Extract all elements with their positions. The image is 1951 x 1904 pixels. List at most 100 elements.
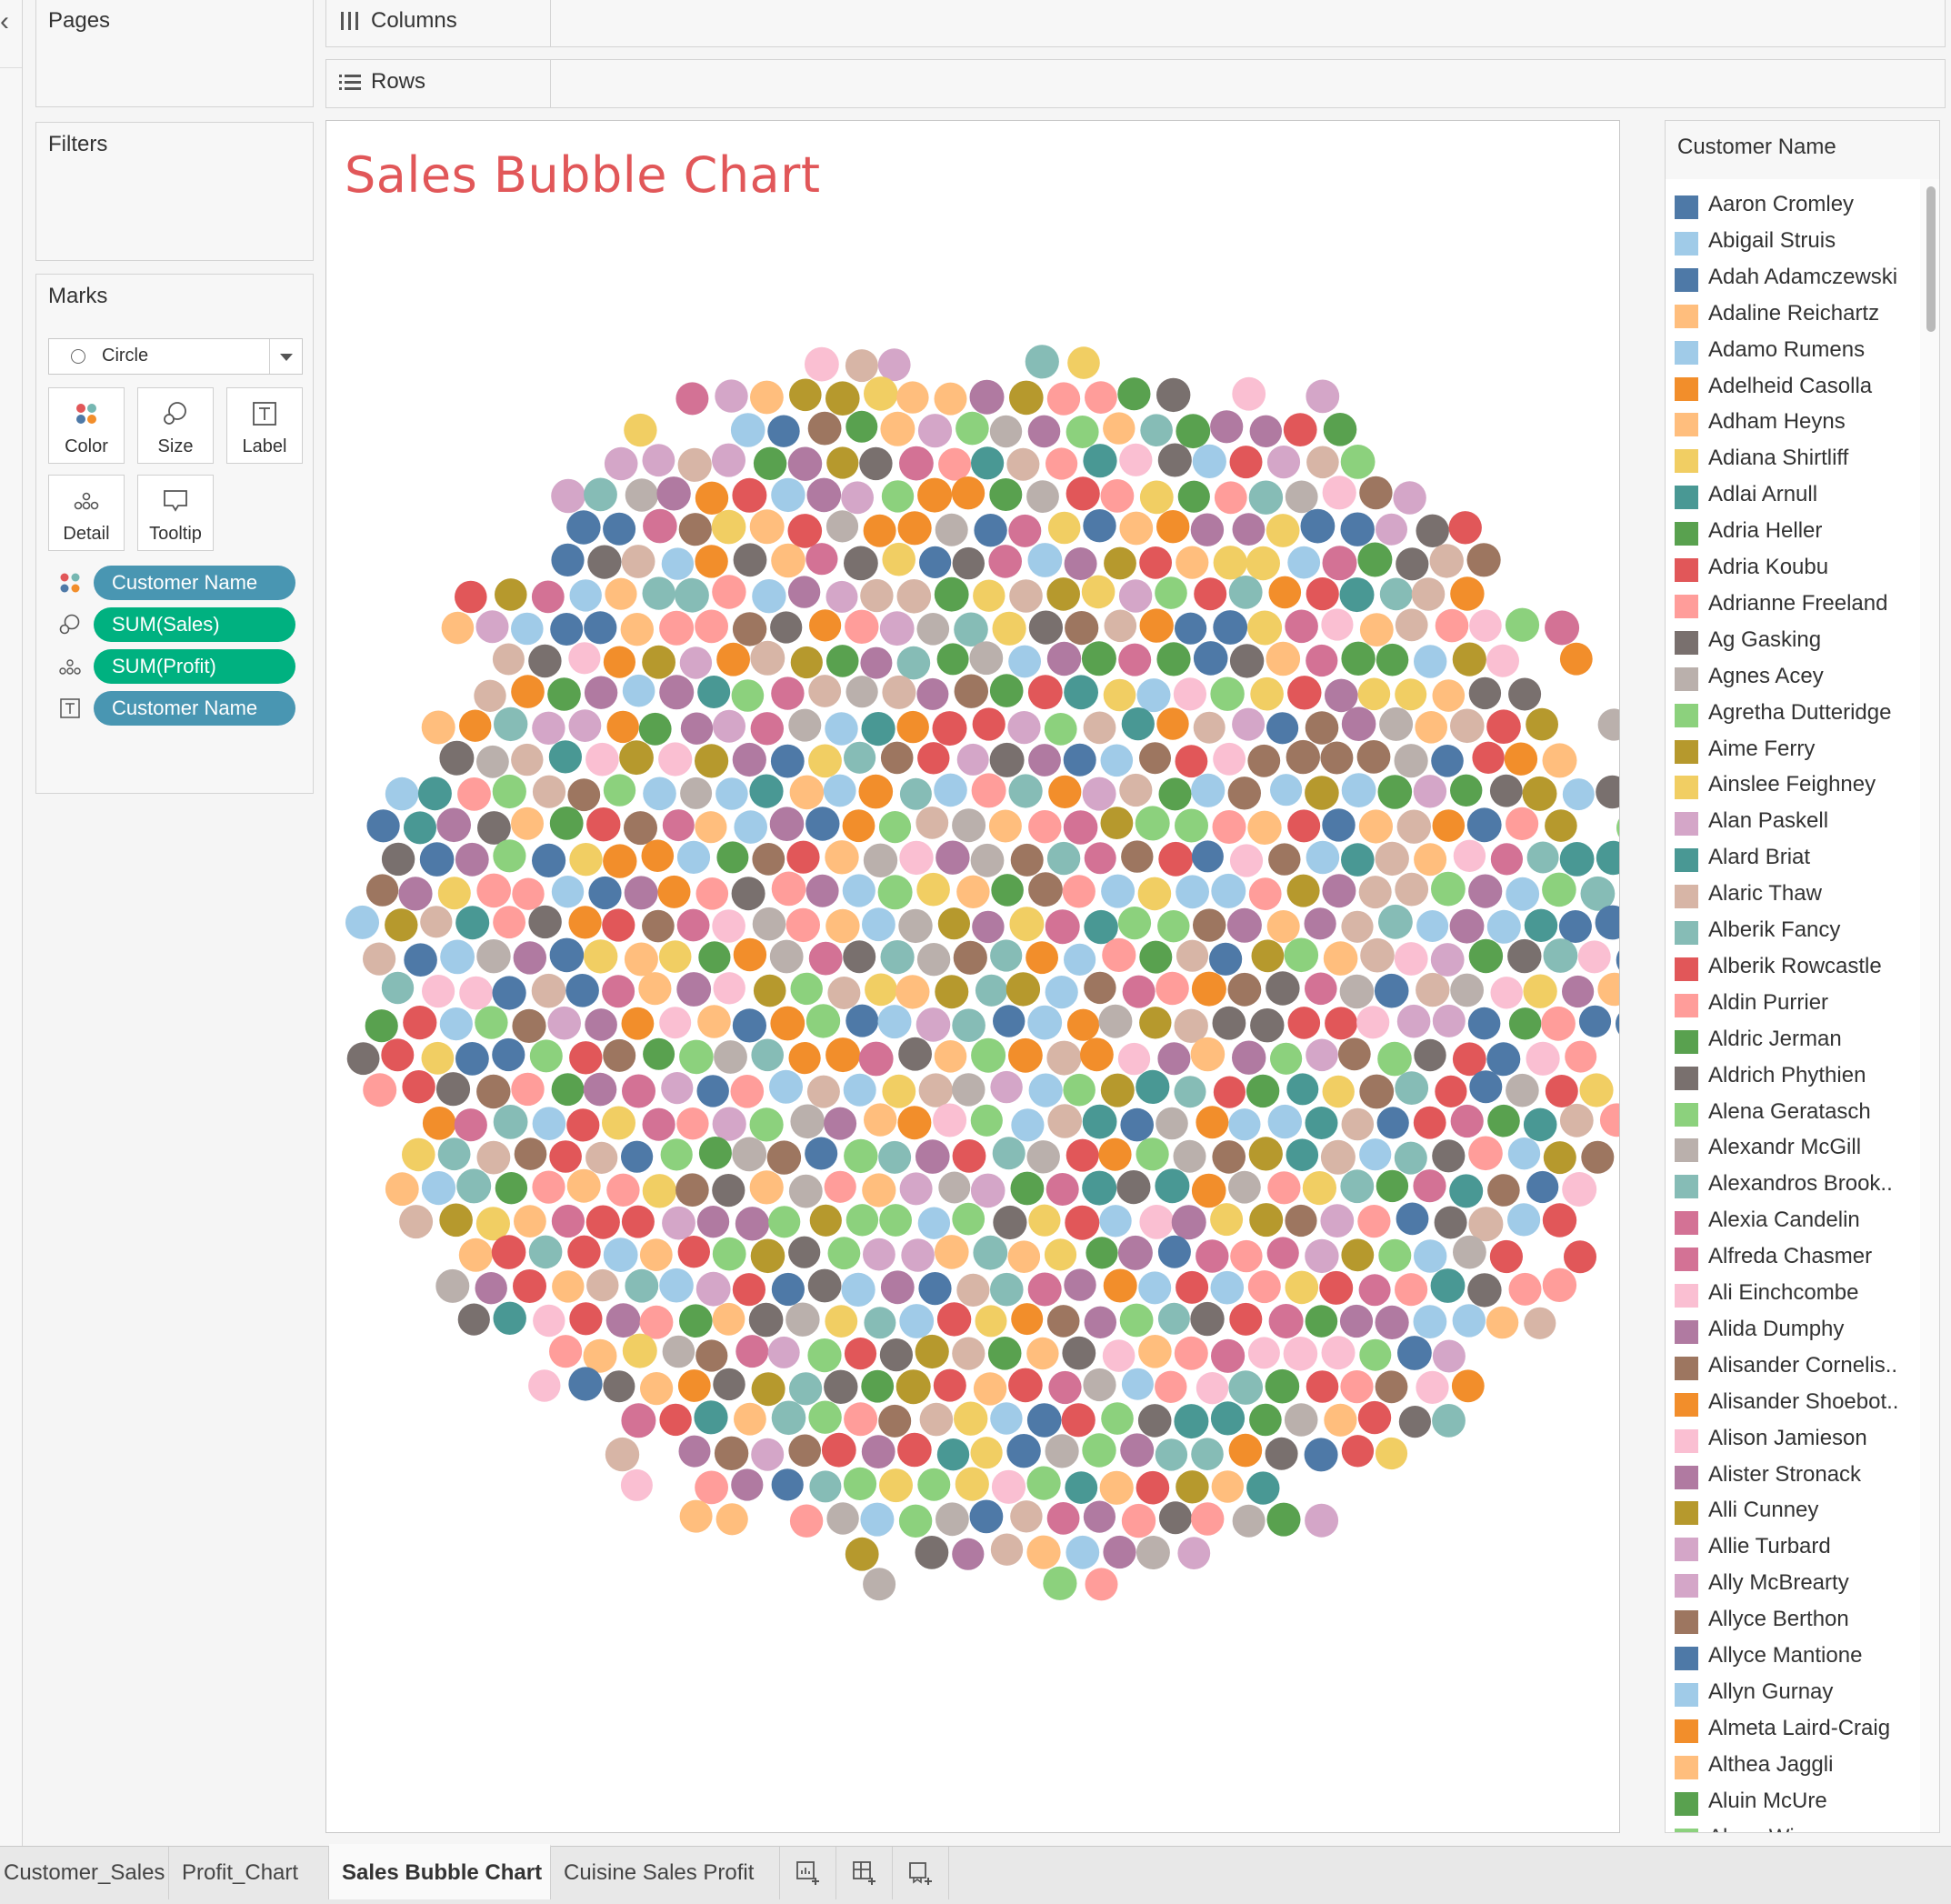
bubble-mark[interactable] <box>551 1073 585 1107</box>
bubble-mark[interactable] <box>936 643 969 676</box>
bubble-mark[interactable] <box>642 444 675 477</box>
bubble-mark[interactable] <box>1062 1336 1096 1370</box>
bubble-mark[interactable] <box>898 1037 932 1071</box>
bubble-mark[interactable] <box>1504 742 1538 776</box>
bubble-mark[interactable] <box>1376 1169 1409 1203</box>
bubble-mark[interactable] <box>845 1004 879 1037</box>
bubble-mark[interactable] <box>1117 377 1151 411</box>
bubble-mark[interactable] <box>843 1073 876 1107</box>
bubble-mark[interactable] <box>1099 1470 1134 1505</box>
bubble-mark[interactable] <box>1322 808 1356 842</box>
bubble-mark[interactable] <box>1286 739 1321 775</box>
bubble-mark[interactable] <box>1325 1007 1358 1040</box>
bubble-mark[interactable] <box>824 1107 857 1140</box>
bubble-mark[interactable] <box>1098 1004 1133 1038</box>
bubble-mark[interactable] <box>1067 346 1100 379</box>
bubble-mark[interactable] <box>679 1039 714 1075</box>
bubble-mark[interactable] <box>1045 976 1078 1009</box>
bubble-mark[interactable] <box>771 543 805 578</box>
bubble-mark[interactable] <box>1541 1006 1576 1041</box>
bubble-mark[interactable] <box>1046 841 1081 876</box>
bubble-mark[interactable] <box>916 677 949 710</box>
bubble-mark[interactable] <box>1228 1370 1263 1405</box>
bubble-mark[interactable] <box>1558 910 1592 943</box>
bubble-mark[interactable] <box>1358 1274 1391 1307</box>
bubble-mark[interactable] <box>1026 1535 1061 1569</box>
bubble-mark[interactable] <box>1543 1141 1576 1175</box>
bubble-mark[interactable] <box>842 874 875 907</box>
bubble-mark[interactable] <box>825 908 860 944</box>
bubble-mark[interactable] <box>549 1140 582 1173</box>
bubble-mark[interactable] <box>1066 1008 1100 1041</box>
bubble-mark[interactable] <box>1226 907 1262 943</box>
bubble-mark[interactable] <box>825 381 860 416</box>
bubble-mark[interactable] <box>1357 542 1393 577</box>
bubble-mark[interactable] <box>457 1303 490 1336</box>
bubble-mark[interactable] <box>715 379 748 413</box>
bubble-mark[interactable] <box>895 1369 931 1405</box>
bubble-mark[interactable] <box>1213 1076 1246 1108</box>
bubble-mark[interactable] <box>1287 546 1321 579</box>
bubble-mark[interactable] <box>1232 1040 1266 1075</box>
bubble-mark[interactable] <box>805 1004 841 1038</box>
bubble-mark[interactable] <box>583 1072 617 1107</box>
bubble-mark[interactable] <box>1027 1005 1063 1040</box>
bubble-mark[interactable] <box>439 1203 473 1238</box>
bubble-mark[interactable] <box>660 1138 693 1171</box>
bubble-mark[interactable] <box>973 1372 1007 1406</box>
bubble-mark[interactable] <box>1011 1108 1045 1142</box>
bubble-mark[interactable] <box>1286 1073 1319 1106</box>
legend-item[interactable]: Aldrich Phythien <box>1675 1059 1920 1094</box>
bubble-mark[interactable] <box>1579 1073 1614 1107</box>
bubble-mark[interactable] <box>956 743 989 776</box>
bubble-mark[interactable] <box>1119 1303 1154 1338</box>
bubble-mark[interactable] <box>882 542 915 576</box>
bubble-mark[interactable] <box>990 1402 1023 1435</box>
bubble-mark[interactable] <box>1286 874 1320 907</box>
bubble-mark[interactable] <box>1232 376 1266 411</box>
bubble-mark[interactable] <box>675 382 709 416</box>
bubble-mark[interactable] <box>565 974 599 1007</box>
bubble-mark[interactable] <box>918 1073 953 1107</box>
bubble-mark[interactable] <box>1411 577 1446 611</box>
bubble-mark[interactable] <box>1452 1304 1486 1338</box>
bubble-mark[interactable] <box>1209 942 1243 976</box>
legend-item[interactable]: Adamo Rumens <box>1675 334 1920 368</box>
bubble-mark[interactable] <box>1359 613 1394 646</box>
bubble-mark[interactable] <box>1191 1173 1226 1208</box>
bubble-mark[interactable] <box>1066 1138 1099 1172</box>
bubble-mark[interactable] <box>1359 476 1393 510</box>
bubble-mark[interactable] <box>459 976 493 1010</box>
bubble-mark[interactable] <box>1432 1139 1466 1173</box>
bubble-mark[interactable] <box>1267 1104 1303 1139</box>
bubble-mark[interactable] <box>713 972 745 1005</box>
bubble-mark[interactable] <box>1357 677 1391 711</box>
bubble-mark[interactable] <box>769 807 805 841</box>
bubble-mark[interactable] <box>658 940 692 973</box>
bubble-mark[interactable] <box>751 1372 785 1407</box>
bubble-mark[interactable] <box>734 810 767 844</box>
bubble-mark[interactable] <box>1283 1337 1318 1371</box>
bubble-mark[interactable] <box>549 807 584 840</box>
bubble-mark[interactable] <box>641 839 675 872</box>
sheet-tab[interactable]: Cuisine Sales Profit <box>551 1847 780 1899</box>
legend-item[interactable]: Alfreda Chasmer <box>1675 1240 1920 1275</box>
bubble-mark[interactable] <box>934 773 967 807</box>
bubble-mark[interactable] <box>1139 742 1171 775</box>
bubble-mark[interactable] <box>603 646 635 678</box>
bubble-mark[interactable] <box>492 774 526 809</box>
bubble-mark[interactable] <box>877 1005 912 1039</box>
bubble-mark[interactable] <box>1266 641 1301 676</box>
bubble-mark[interactable] <box>1359 1138 1392 1171</box>
bubble-mark[interactable] <box>716 642 750 676</box>
bubble-mark[interactable] <box>771 676 805 710</box>
bubble-mark[interactable] <box>827 1237 861 1270</box>
bubble-mark[interactable] <box>345 905 379 939</box>
legend-item[interactable]: Almeta Laird-Craig <box>1675 1712 1920 1747</box>
bubble-mark[interactable] <box>1472 741 1505 774</box>
bubble-mark[interactable] <box>567 1235 601 1269</box>
bubble-mark[interactable] <box>989 478 1023 511</box>
bubble-mark[interactable] <box>1394 942 1428 976</box>
bubble-mark[interactable] <box>992 1137 1026 1170</box>
bubble-mark[interactable] <box>767 1336 800 1368</box>
